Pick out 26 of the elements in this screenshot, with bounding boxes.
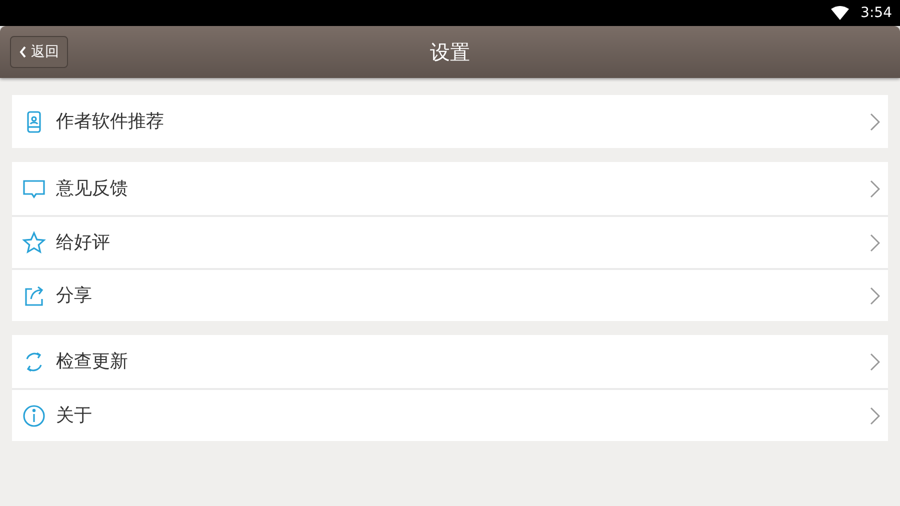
settings-row[interactable]: 分享 [12, 268, 888, 321]
wifi-icon [830, 6, 849, 20]
row-label: 意见反馈 [56, 177, 129, 201]
settings-row[interactable]: 意见反馈 [12, 162, 888, 215]
row-label: 给好评 [56, 231, 111, 255]
row-label: 关于 [56, 404, 93, 428]
settings-row[interactable]: 给好评 [12, 215, 888, 268]
page-title: 设置 [430, 39, 470, 66]
chevron-right-icon [870, 112, 880, 130]
star-icon [22, 230, 46, 254]
chevron-right-icon [870, 234, 880, 252]
settings-row[interactable]: 关于 [12, 388, 888, 441]
chevron-right-icon [870, 286, 880, 304]
clock-time: 3:54 [860, 4, 892, 22]
chevron-right-icon [870, 352, 880, 370]
row-label: 分享 [56, 284, 93, 308]
chevron-left-icon [19, 46, 27, 58]
row-label: 检查更新 [56, 350, 129, 374]
settings-row[interactable]: 作者软件推荐 [12, 95, 888, 148]
row-label: 作者软件推荐 [56, 110, 165, 134]
chevron-right-icon [870, 180, 880, 198]
settings-row[interactable]: 检查更新 [12, 335, 888, 388]
chevron-right-icon [870, 406, 880, 424]
share-icon [22, 284, 46, 308]
info-icon [22, 404, 46, 428]
back-button[interactable]: 返回 [10, 36, 68, 68]
